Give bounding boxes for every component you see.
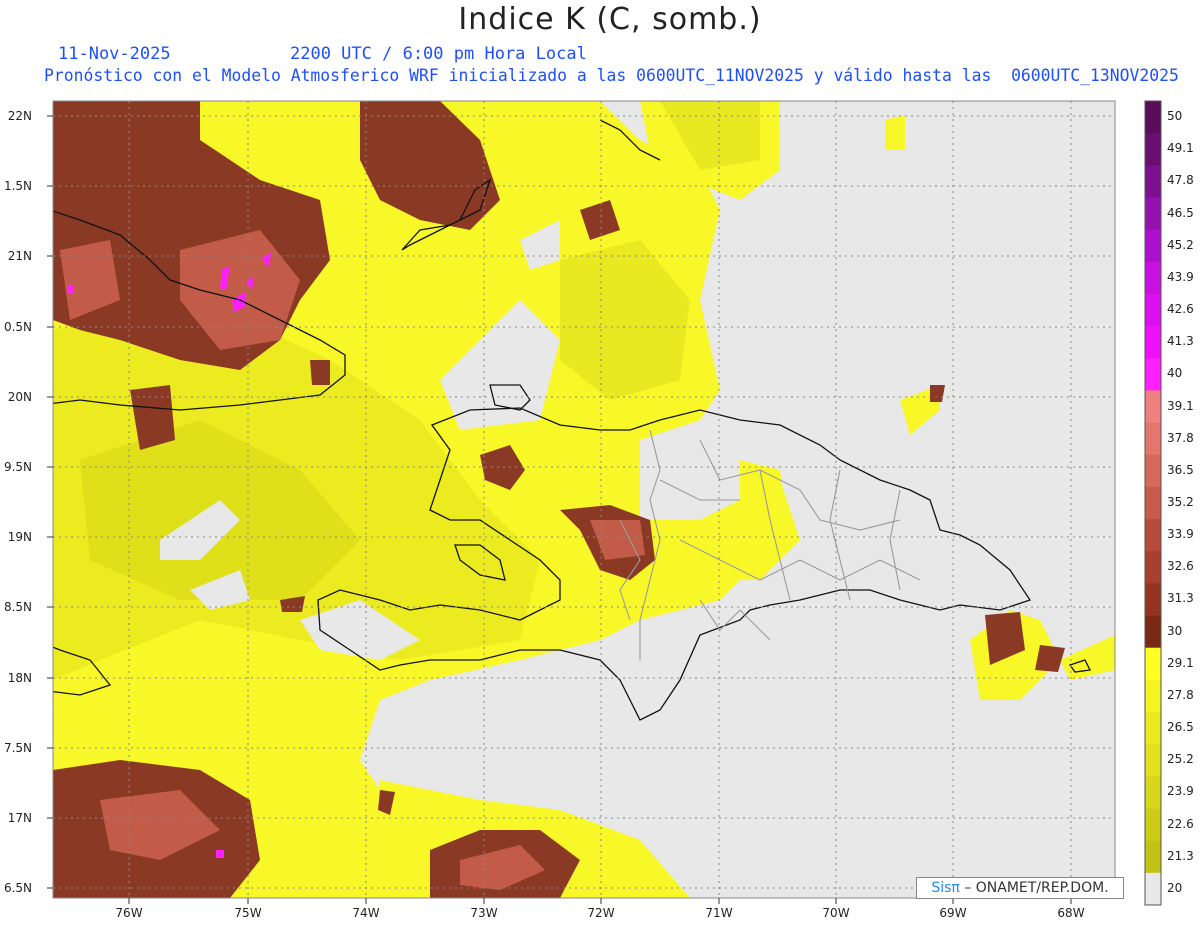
colorbar-tick-label: 26.5 xyxy=(1167,720,1194,735)
colorbar-tick-label: 31.3 xyxy=(1167,591,1194,606)
lon-label: 69W xyxy=(939,906,967,920)
brand-name: Sis xyxy=(931,880,952,896)
colorbar-tick-label: 33.9 xyxy=(1167,527,1194,542)
colorbar-swatch xyxy=(1145,808,1161,842)
colorbar-swatch xyxy=(1145,293,1161,327)
lat-label: 18N xyxy=(7,671,32,685)
colorbar-swatch xyxy=(1145,422,1161,456)
colorbar-tick-label: 29.1 xyxy=(1167,655,1194,670)
colorbar-tick-label: 40 xyxy=(1167,366,1183,381)
colorbar-tick-label: 50 xyxy=(1167,109,1183,124)
colorbar-tick-label: 46.5 xyxy=(1167,205,1194,220)
colorbar-swatch xyxy=(1145,229,1161,263)
lat-label: 17N xyxy=(7,811,32,825)
lat-label: 9.5N xyxy=(3,460,32,474)
lon-label: 76W xyxy=(115,906,143,920)
colorbar-swatch xyxy=(1145,358,1161,391)
colorbar-tick-label: 23.9 xyxy=(1167,784,1194,799)
colorbar-swatch xyxy=(1145,133,1161,166)
colorbar-swatch xyxy=(1145,551,1161,584)
colorbar-tick-label: 45.2 xyxy=(1167,237,1194,252)
colorbar-swatch xyxy=(1145,261,1161,295)
lat-label: 21N xyxy=(7,249,32,263)
colorbar-swatch xyxy=(1145,840,1161,874)
colorbar-swatch xyxy=(1145,776,1161,810)
colorbar-swatch xyxy=(1145,390,1161,424)
colorbar-tick-label: 49.1 xyxy=(1167,141,1194,156)
colorbar-tick-label: 43.9 xyxy=(1167,269,1194,284)
colorbar-tick-label: 37.8 xyxy=(1167,430,1194,445)
lon-label: 68W xyxy=(1057,906,1085,920)
colorbar-swatch xyxy=(1145,326,1161,359)
colorbar-tick-label: 39.1 xyxy=(1167,398,1194,413)
colorbar-tick-label: 32.6 xyxy=(1167,559,1194,574)
colorbar-tick-label: 36.5 xyxy=(1167,462,1194,477)
colorbar-tick-label: 27.8 xyxy=(1167,687,1194,702)
colorbar xyxy=(1144,100,1162,906)
colorbar-tick-label: 41.3 xyxy=(1167,334,1194,349)
colorbar-tick-label: 30 xyxy=(1167,623,1183,638)
colorbar-tick-label: 47.8 xyxy=(1167,173,1194,188)
colorbar-tick-label: 20 xyxy=(1167,880,1183,895)
colorbar-swatch xyxy=(1145,744,1161,777)
lon-label: 71W xyxy=(705,906,733,920)
colorbar-swatch xyxy=(1145,712,1161,745)
pi-icon: π xyxy=(951,880,960,896)
lat-label: 19N xyxy=(7,530,32,544)
credit-text: – ONAMET/REP.DOM. xyxy=(964,880,1109,896)
colorbar-swatch xyxy=(1145,679,1161,713)
colorbar-swatch xyxy=(1145,197,1161,231)
lat-label: 7.5N xyxy=(3,741,32,755)
lat-label: 8.5N xyxy=(3,600,32,614)
lat-label: 0.5N xyxy=(3,320,32,334)
credit-box: Sisπ – ONAMET/REP.DOM. xyxy=(916,877,1124,899)
lon-label: 75W xyxy=(234,906,262,920)
colorbar-swatch xyxy=(1145,454,1161,488)
colorbar-swatch xyxy=(1145,615,1161,649)
lon-label: 74W xyxy=(352,906,380,920)
colorbar-tick-label: 42.6 xyxy=(1167,302,1194,317)
colorbar-tick-label: 25.2 xyxy=(1167,752,1194,767)
colorbar-tick-label: 22.6 xyxy=(1167,816,1194,831)
lon-label: 70W xyxy=(822,906,850,920)
lat-label: 22N xyxy=(7,109,32,123)
colorbar-swatch xyxy=(1145,583,1161,617)
colorbar-swatch xyxy=(1145,165,1161,198)
lat-label: 1.5N xyxy=(3,179,32,193)
colorbar-swatch xyxy=(1145,647,1161,681)
lat-label: 20N xyxy=(7,390,32,404)
colorbar-swatch xyxy=(1145,872,1161,906)
lon-label: 72W xyxy=(587,906,615,920)
lat-label: 6.5N xyxy=(3,881,32,895)
colorbar-swatch xyxy=(1145,486,1161,520)
colorbar-swatch xyxy=(1145,519,1161,552)
colorbar-tick-label: 35.2 xyxy=(1167,495,1194,509)
colorbar-tick-label: 21.3 xyxy=(1167,848,1194,863)
colorbar-swatch xyxy=(1145,101,1161,134)
lon-label: 73W xyxy=(470,906,498,920)
weather-map xyxy=(47,100,1162,906)
